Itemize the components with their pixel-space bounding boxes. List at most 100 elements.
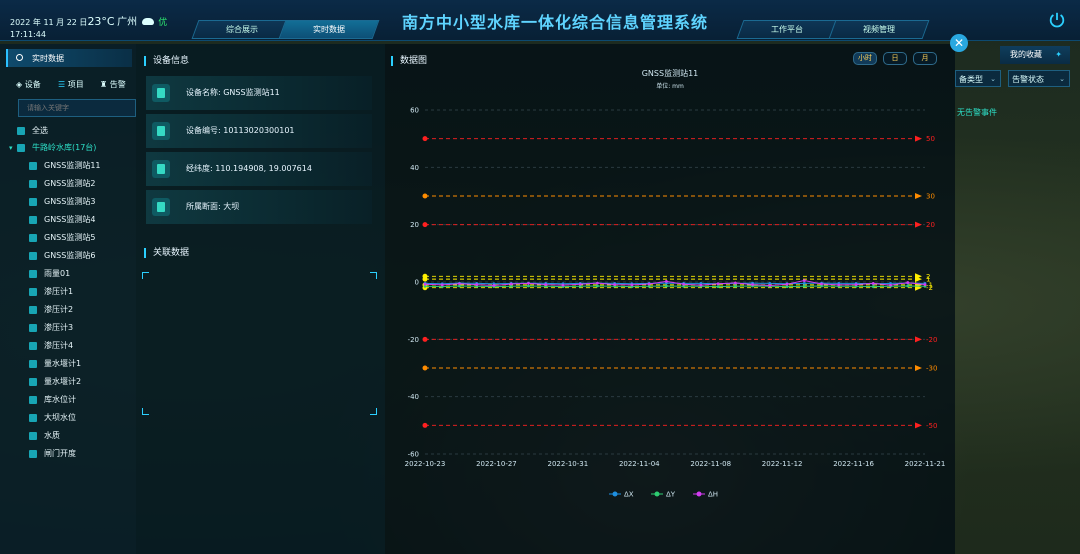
- checkbox[interactable]: [29, 378, 37, 386]
- device-list-item[interactable]: 量水堰计1: [0, 357, 136, 371]
- threshold-marker: [422, 336, 428, 342]
- device-label: 库水位计: [44, 395, 76, 404]
- checkbox[interactable]: [29, 414, 37, 422]
- device-list-item[interactable]: 闸门开度: [0, 447, 136, 461]
- x-tick-label: 2022-10-23: [405, 460, 446, 468]
- device-type-value: 备类型: [959, 75, 983, 84]
- data-point: [596, 284, 599, 288]
- device-label: 雨量01: [44, 269, 71, 278]
- device-label: 渗压计4: [44, 341, 74, 350]
- checkbox[interactable]: [29, 270, 37, 278]
- alarm-status-select[interactable]: 告警状态 ⌄: [1008, 70, 1070, 87]
- data-point: [802, 284, 806, 288]
- data-point: [733, 284, 737, 288]
- date-text: 2022 年 11 月 22 日: [10, 18, 88, 27]
- data-point: [837, 283, 841, 287]
- threshold-label: 20: [926, 221, 935, 229]
- device-list-item[interactable]: 渗压计4: [0, 339, 136, 353]
- device-list-item[interactable]: GNSS监测站2: [0, 177, 136, 191]
- frame-corner: [142, 408, 149, 415]
- checkbox[interactable]: [29, 360, 37, 368]
- x-tick-label: 2022-11-04: [619, 460, 660, 468]
- filter-device[interactable]: ◈ 设备: [16, 79, 41, 91]
- checkbox[interactable]: [29, 288, 37, 296]
- favorites-button[interactable]: 我的收藏 ✦: [1000, 46, 1070, 64]
- nav-video-label: 视频管理: [863, 25, 895, 34]
- data-point: [785, 282, 789, 286]
- device-list-item[interactable]: 渗压计1: [0, 285, 136, 299]
- frame-corner: [370, 408, 377, 415]
- threshold-arrow: [915, 422, 922, 429]
- device-list-item[interactable]: 渗压计2: [0, 303, 136, 317]
- checkbox[interactable]: [29, 216, 37, 224]
- device-list-item[interactable]: GNSS监测站11: [0, 159, 136, 173]
- checkbox[interactable]: [29, 306, 37, 314]
- checkbox[interactable]: [29, 180, 37, 188]
- checkbox[interactable]: [29, 162, 37, 170]
- x-tick-label: 2022-10-31: [548, 460, 589, 468]
- checkbox[interactable]: [29, 234, 37, 242]
- device-label: 渗压计3: [44, 323, 74, 332]
- y-tick-label: -40: [408, 393, 419, 401]
- checkbox[interactable]: [17, 144, 25, 152]
- device-label: GNSS监测站11: [44, 161, 101, 170]
- data-point: [923, 283, 927, 286]
- nav-overview[interactable]: 综合展示: [191, 20, 293, 39]
- device-list-item[interactable]: 库水位计: [0, 393, 136, 407]
- star-icon: ✦: [1055, 50, 1062, 59]
- device-list-item[interactable]: 大坝水位: [0, 411, 136, 425]
- checkbox[interactable]: [29, 450, 37, 458]
- power-icon[interactable]: [1048, 11, 1066, 29]
- checkbox[interactable]: [29, 396, 37, 404]
- checkbox[interactable]: [29, 198, 37, 206]
- device-label: 闸门开度: [44, 449, 76, 458]
- device-list-item[interactable]: 水质: [0, 429, 136, 443]
- device-label: GNSS监测站3: [44, 197, 96, 206]
- close-button[interactable]: ✕: [950, 34, 968, 52]
- time-month-button[interactable]: 月: [913, 52, 937, 65]
- select-all[interactable]: 全选: [0, 124, 136, 138]
- sidebar: 实时数据 ◈ 设备 ☰ 项目 ♜ 告警 全选 ▾ 牛路岭水库(17台) GNSS…: [0, 44, 136, 554]
- info-row-section: 所属断面: 大坝: [146, 190, 372, 224]
- nav-workbench[interactable]: 工作平台: [736, 20, 838, 39]
- search-input[interactable]: [18, 99, 136, 117]
- device-list-item[interactable]: 量水堰计2: [0, 375, 136, 389]
- time-day-button[interactable]: 日: [883, 52, 907, 65]
- list-icon: ☰: [58, 80, 66, 89]
- line-chart: GNSS监测站11单位: mm6040200-20-40-602022-10-2…: [405, 68, 946, 499]
- tab-realtime-data[interactable]: 实时数据: [6, 49, 132, 67]
- threshold-arrow: [915, 336, 922, 343]
- threshold-label: -50: [926, 422, 937, 430]
- device-list-item[interactable]: GNSS监测站3: [0, 195, 136, 209]
- time-hour-button[interactable]: 小时: [853, 52, 877, 65]
- threshold-arrow: [915, 365, 922, 371]
- data-point: [578, 282, 582, 286]
- checkbox[interactable]: [29, 342, 37, 350]
- filter-alarm[interactable]: ♜ 告警: [100, 79, 126, 91]
- data-point: [458, 282, 461, 286]
- nav-realtime[interactable]: 实时数据: [278, 20, 380, 39]
- group-label: 牛路岭水库(17台): [32, 143, 97, 152]
- layers-icon: ◈: [16, 80, 23, 89]
- device-list-item[interactable]: 雨量01: [0, 267, 136, 281]
- device-list-item[interactable]: GNSS监测站4: [0, 213, 136, 227]
- device-list-item[interactable]: GNSS监测站6: [0, 249, 136, 263]
- device-list-item[interactable]: GNSS监测站5: [0, 231, 136, 245]
- threshold-marker: [422, 222, 428, 228]
- device-type-select[interactable]: 备类型 ⌄: [955, 70, 1001, 87]
- x-tick-label: 2022-11-21: [905, 460, 946, 468]
- checkbox[interactable]: [29, 324, 37, 332]
- reservoir-group[interactable]: ▾ 牛路岭水库(17台): [0, 141, 136, 155]
- filter-project[interactable]: ☰ 项目: [58, 79, 84, 91]
- threshold-arrow: [915, 193, 922, 199]
- device-list-item[interactable]: 渗压计3: [0, 321, 136, 335]
- checkbox[interactable]: [29, 252, 37, 260]
- threshold-label: 30: [926, 193, 935, 201]
- data-point: [871, 285, 875, 288]
- data-point: [440, 283, 444, 287]
- device-label: 渗压计2: [44, 305, 74, 314]
- nav-video[interactable]: 视频管理: [828, 20, 930, 39]
- device-name: 设备名称: GNSS监测站11: [186, 88, 280, 97]
- checkbox[interactable]: [29, 432, 37, 440]
- checkbox[interactable]: [17, 127, 25, 135]
